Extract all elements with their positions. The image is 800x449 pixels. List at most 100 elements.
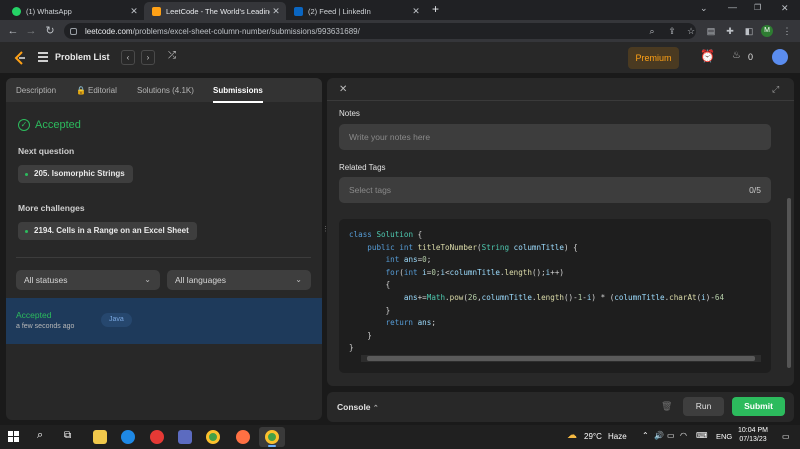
tab-solutions[interactable]: Solutions (4.1K) bbox=[137, 86, 194, 95]
app-icon[interactable] bbox=[178, 430, 192, 444]
restore-icon[interactable]: ❐ bbox=[754, 3, 761, 12]
panel-resize-handle[interactable]: ⋮ bbox=[322, 226, 329, 238]
wifi-icon[interactable]: ◠ bbox=[680, 431, 687, 440]
code-viewer: class Solution { public int titleToNumbe… bbox=[339, 219, 771, 373]
check-circle-icon: ✓ bbox=[18, 119, 30, 131]
address-bar-row: ← → ↻ leetcode.com/problems/excel-sheet-… bbox=[0, 20, 800, 42]
tab-leetcode[interactable]: LeetCode - The World's Leading ✕ bbox=[144, 2, 286, 20]
active-app-highlight[interactable] bbox=[259, 427, 285, 447]
shuffle-icon[interactable]: ⤮ bbox=[168, 50, 176, 61]
edge-icon[interactable] bbox=[121, 430, 135, 444]
tags-select[interactable]: Select tags 0/5 bbox=[339, 177, 771, 203]
task-view-icon[interactable]: ⧉ bbox=[64, 430, 71, 441]
premium-button[interactable]: Premium bbox=[628, 47, 679, 69]
menu-dots-icon[interactable]: ⋮ bbox=[781, 25, 793, 37]
submission-status: Accepted bbox=[35, 119, 81, 131]
minimize-icon[interactable]: — bbox=[728, 2, 737, 12]
lock-icon bbox=[70, 27, 77, 35]
submission-row[interactable]: Accepted a few seconds ago Java bbox=[6, 298, 322, 344]
trash-icon[interactable]: 🗑 bbox=[661, 401, 672, 412]
submission-row-time: a few seconds ago bbox=[16, 323, 75, 330]
notes-input[interactable]: Write your notes here bbox=[339, 124, 771, 150]
next-question-label: Next question bbox=[18, 146, 75, 156]
tab-editorial[interactable]: Editorial bbox=[88, 86, 117, 95]
challenge-chip[interactable]: 2194. Cells in a Range on an Excel Sheet bbox=[18, 222, 197, 240]
tab-whatsapp[interactable]: (1) WhatsApp ✕ bbox=[4, 2, 144, 20]
streak-count: 0 bbox=[748, 52, 754, 62]
tab-search-icon[interactable]: ⌄ bbox=[700, 3, 708, 14]
user-avatar[interactable] bbox=[772, 49, 788, 65]
chevron-up-icon[interactable]: ⌃ bbox=[642, 431, 649, 440]
status-filter-select[interactable]: All statuses ⌄ bbox=[16, 270, 160, 290]
tab-submissions[interactable]: Submissions bbox=[213, 86, 263, 95]
close-icon[interactable]: ✕ bbox=[339, 84, 347, 95]
prev-problem-button[interactable]: ‹ bbox=[121, 50, 135, 65]
clock-date: 07/13/23 bbox=[739, 436, 767, 443]
new-tab-button[interactable]: + bbox=[432, 2, 439, 16]
language-indicator[interactable]: ENG bbox=[716, 432, 732, 441]
extension-icon[interactable]: ▤ bbox=[705, 25, 717, 37]
share-icon[interactable]: ⇪ bbox=[666, 25, 678, 37]
chevron-down-icon: ⌄ bbox=[295, 275, 302, 284]
code-block: class Solution { public int titleToNumbe… bbox=[349, 230, 725, 353]
forward-icon[interactable]: → bbox=[24, 24, 38, 38]
tags-placeholder: Select tags bbox=[349, 185, 392, 195]
submit-button[interactable]: Submit bbox=[732, 397, 785, 416]
leetcode-logo-icon[interactable] bbox=[13, 51, 26, 65]
console-label: Console bbox=[337, 402, 371, 412]
bookmark-star-icon[interactable]: ☆ bbox=[685, 25, 697, 37]
opera-icon[interactable] bbox=[150, 430, 164, 444]
divider bbox=[16, 257, 311, 258]
chevron-up-icon: ⌃ bbox=[372, 405, 379, 412]
notification-icon[interactable]: ▭ bbox=[782, 432, 790, 441]
linkedin-icon bbox=[294, 6, 303, 16]
next-question-chip[interactable]: 205. Isomorphic Strings bbox=[18, 165, 133, 183]
problem-list-link[interactable]: Problem List bbox=[55, 52, 110, 62]
firefox-icon[interactable] bbox=[236, 430, 250, 444]
keyboard-icon[interactable]: ⌨ bbox=[696, 431, 708, 440]
tab-linkedin[interactable]: (2) Feed | LinkedIn ✕ bbox=[286, 2, 426, 20]
battery-icon[interactable]: ▭ bbox=[667, 431, 675, 440]
horizontal-scrollbar[interactable] bbox=[361, 355, 761, 362]
weather-icon: ☁ bbox=[567, 430, 577, 441]
zoom-icon[interactable]: ⌕ bbox=[646, 25, 658, 37]
run-button[interactable]: Run bbox=[683, 397, 724, 416]
puzzle-icon[interactable]: ✚ bbox=[724, 25, 736, 37]
weather-text[interactable]: Haze bbox=[608, 432, 627, 441]
alarm-clock-icon[interactable]: ⏰ bbox=[700, 49, 715, 63]
close-icon[interactable]: ✕ bbox=[410, 6, 422, 17]
language-badge: Java bbox=[101, 313, 132, 327]
reload-icon[interactable]: ↻ bbox=[43, 24, 57, 38]
language-filter-value: All languages bbox=[175, 275, 227, 285]
temperature[interactable]: 29°C bbox=[584, 432, 602, 441]
windows-taskbar: ⌕ ⧉ ☁ 29°C Haze ⌃ 🔊 ▭ ◠ ⌨ ENG 10:04 PM 0… bbox=[0, 425, 800, 449]
chrome-icon[interactable] bbox=[206, 430, 220, 444]
close-window-icon[interactable]: ✕ bbox=[781, 3, 789, 14]
left-panel: Description 🔒 Editorial Solutions (4.1K)… bbox=[6, 78, 322, 420]
active-tab-underline bbox=[213, 101, 263, 103]
tab-description[interactable]: Description bbox=[16, 86, 56, 95]
clock[interactable]: 10:04 PM 07/13/23 bbox=[738, 427, 768, 443]
scrollbar-thumb[interactable] bbox=[367, 356, 755, 361]
file-explorer-icon[interactable] bbox=[93, 430, 107, 444]
tab-title: (2) Feed | LinkedIn bbox=[308, 6, 371, 16]
profile-avatar[interactable]: M bbox=[761, 25, 773, 37]
console-toggle[interactable]: Console ⌃ bbox=[337, 402, 379, 412]
vertical-scrollbar[interactable] bbox=[787, 198, 791, 368]
tab-title: LeetCode - The World's Leading bbox=[166, 6, 270, 16]
expand-icon[interactable]: ⤢ bbox=[772, 84, 779, 95]
close-icon[interactable]: ✕ bbox=[128, 6, 140, 17]
tab-title: (1) WhatsApp bbox=[26, 6, 72, 16]
windows-start-icon[interactable] bbox=[8, 431, 19, 442]
next-problem-button[interactable]: › bbox=[141, 50, 155, 65]
active-indicator bbox=[268, 445, 276, 447]
close-icon[interactable]: ✕ bbox=[270, 6, 282, 17]
url-input[interactable]: leetcode.com/problems/excel-sheet-column… bbox=[64, 23, 696, 39]
speaker-icon[interactable]: 🔊 bbox=[654, 431, 664, 440]
leetcode-navbar: Problem List ‹ › ⤮ Premium ⏰ ♨ 0 bbox=[0, 42, 800, 74]
language-filter-select[interactable]: All languages ⌄ bbox=[167, 270, 311, 290]
back-icon[interactable]: ← bbox=[6, 24, 20, 38]
sidepanel-icon[interactable]: ◧ bbox=[743, 25, 755, 37]
right-panel: ✕ ⤢ Notes Write your notes here Related … bbox=[327, 78, 794, 386]
search-icon[interactable]: ⌕ bbox=[37, 429, 43, 442]
